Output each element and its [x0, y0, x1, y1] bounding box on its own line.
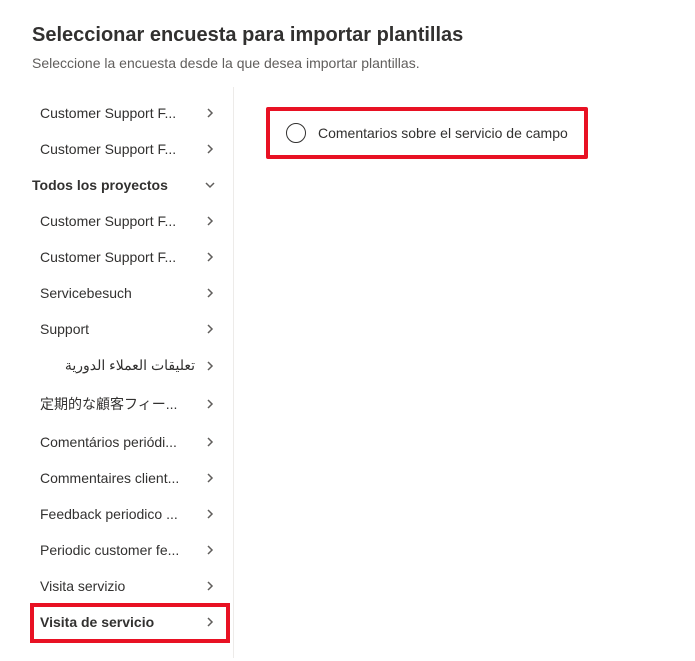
tree-item[interactable]: Visita servizio	[0, 568, 233, 604]
chevron-right-icon	[203, 435, 217, 449]
chevron-down-icon	[203, 178, 217, 192]
chevron-right-icon	[203, 286, 217, 300]
tree-item-label: Feedback periodico ...	[40, 506, 195, 522]
tree-item[interactable]: Feedback periodico ...	[0, 496, 233, 532]
tree-item-label: تعليقات العملاء الدورية	[40, 357, 195, 374]
tree-group-label: Todos los proyectos	[32, 177, 195, 193]
chevron-right-icon	[203, 579, 217, 593]
chevron-right-icon	[203, 471, 217, 485]
tree-item-label: 定期的な顧客フィー...	[40, 394, 195, 414]
tree-item[interactable]: Support	[0, 311, 233, 347]
tree-item-label: Servicebesuch	[40, 285, 195, 301]
tree-item[interactable]: Customer Support F...	[0, 239, 233, 275]
tree-item-label: Customer Support F...	[40, 249, 195, 265]
tree-item-selected[interactable]: Visita de servicio	[0, 604, 233, 640]
chevron-right-icon	[203, 106, 217, 120]
tree-item-label: Customer Support F...	[40, 105, 195, 121]
tree-item-label: Comentários periódi...	[40, 434, 195, 450]
tree-item[interactable]: Comentários periódi...	[0, 424, 233, 460]
tree-item[interactable]: Periodic customer fe...	[0, 532, 233, 568]
survey-option[interactable]: Comentarios sobre el servicio de campo	[274, 115, 580, 151]
tree-item-label: Periodic customer fe...	[40, 542, 195, 558]
tree-item[interactable]: Servicebesuch	[0, 275, 233, 311]
tree-group-all-projects[interactable]: Todos los proyectos	[0, 167, 233, 203]
tree-item[interactable]: تعليقات العملاء الدورية	[0, 347, 233, 384]
chevron-right-icon	[203, 397, 217, 411]
tree-item[interactable]: Customer Support F...	[0, 131, 233, 167]
annotation-highlight-option: Comentarios sobre el servicio de campo	[266, 107, 588, 159]
chevron-right-icon	[203, 543, 217, 557]
dialog-header: Seleccionar encuesta para importar plant…	[0, 0, 695, 87]
dialog-title: Seleccionar encuesta para importar plant…	[32, 24, 663, 47]
dialog-content: Customer Support F... Customer Support F…	[0, 87, 695, 658]
tree-item[interactable]: Customer Support F...	[0, 95, 233, 131]
tree-item-label: Customer Support F...	[40, 141, 195, 157]
tree-item[interactable]: Customer Support F...	[0, 203, 233, 239]
survey-options-panel: Comentarios sobre el servicio de campo	[234, 87, 695, 658]
chevron-right-icon	[203, 322, 217, 336]
tree-item-label: Commentaires client...	[40, 470, 195, 486]
chevron-right-icon	[203, 507, 217, 521]
radio-icon[interactable]	[286, 123, 306, 143]
survey-option-label: Comentarios sobre el servicio de campo	[318, 125, 568, 141]
chevron-right-icon	[203, 142, 217, 156]
chevron-right-icon	[203, 214, 217, 228]
tree-item[interactable]: 定期的な顧客フィー...	[0, 384, 233, 424]
dialog-subtitle: Seleccione la encuesta desde la que dese…	[32, 55, 663, 71]
tree-item-label: Support	[40, 321, 195, 337]
chevron-right-icon	[203, 250, 217, 264]
tree-item-label: Customer Support F...	[40, 213, 195, 229]
tree-item[interactable]: Commentaires client...	[0, 460, 233, 496]
chevron-right-icon	[203, 615, 217, 629]
tree-item-label: Visita de servicio	[40, 614, 195, 630]
tree-item-label: Visita servizio	[40, 578, 195, 594]
project-tree-sidebar: Customer Support F... Customer Support F…	[0, 87, 234, 658]
chevron-right-icon	[203, 359, 217, 373]
